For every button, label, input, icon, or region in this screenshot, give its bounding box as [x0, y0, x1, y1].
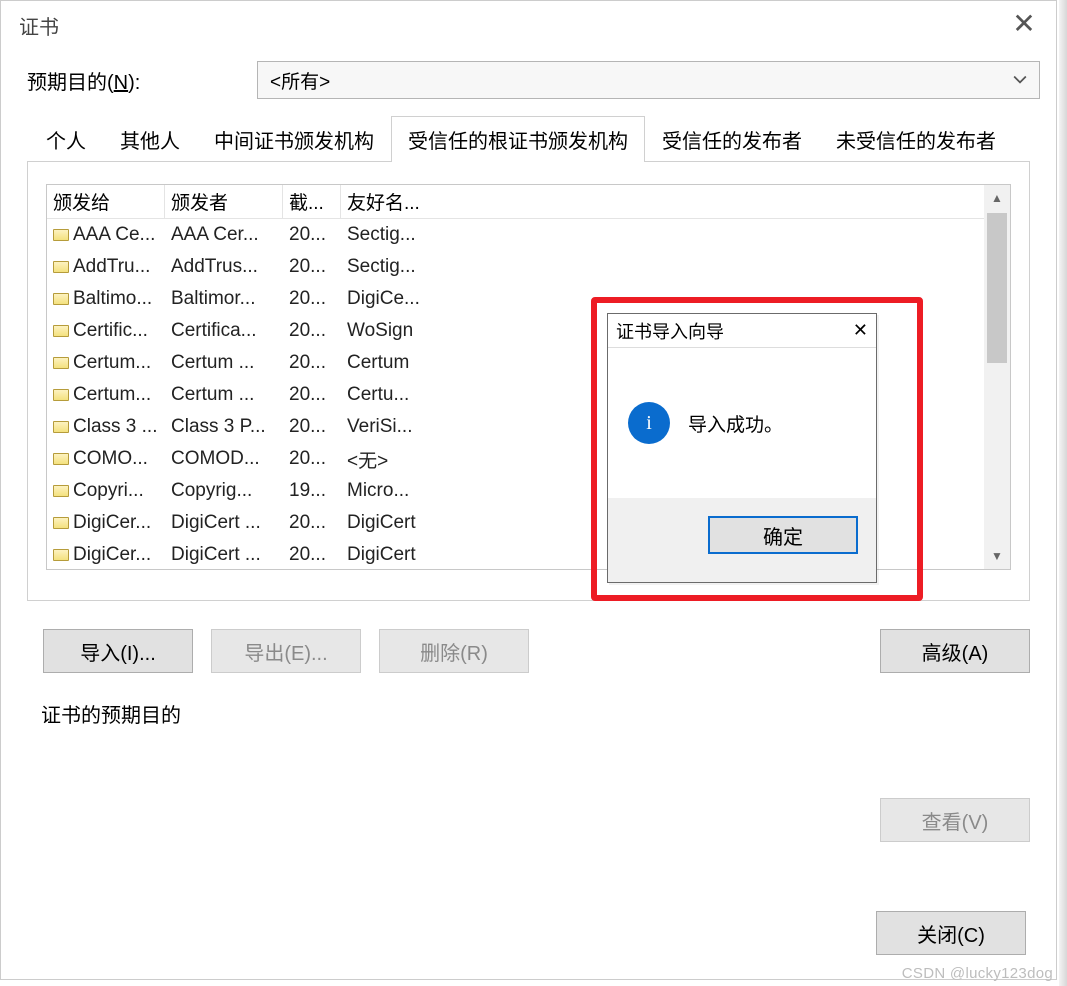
cell-issued-to: DigiCer...: [47, 542, 165, 568]
certificate-icon: [53, 453, 69, 465]
cell-issued-by: Certifica...: [165, 318, 283, 344]
cell-issued-to: AAA Ce...: [47, 222, 165, 248]
certificate-icon: [53, 549, 69, 561]
tab-personal[interactable]: 个人: [29, 116, 103, 162]
chevron-down-icon: [1013, 73, 1027, 87]
cell-friendly-name: Sectig...: [341, 222, 1010, 248]
cell-issued-by: Copyrig...: [165, 478, 283, 504]
cell-issued-by: AddTrus...: [165, 254, 283, 280]
header-issued-by[interactable]: 颁发者: [165, 184, 283, 219]
tab-strip: 个人 其他人 中间证书颁发机构 受信任的根证书颁发机构 受信任的发布者 未受信任…: [1, 107, 1056, 161]
dialog-ok-button[interactable]: 确定: [708, 516, 858, 554]
tab-trusted-root-ca[interactable]: 受信任的根证书颁发机构: [391, 116, 645, 162]
delete-button[interactable]: 删除(R): [379, 629, 529, 673]
certificate-icon: [53, 261, 69, 273]
cell-issued-by: Baltimor...: [165, 286, 283, 312]
cell-issued-by: COMOD...: [165, 446, 283, 472]
cell-issued-to: COMO...: [47, 446, 165, 472]
cell-issued-by: DigiCert ...: [165, 510, 283, 536]
scroll-thumb[interactable]: [987, 213, 1007, 363]
tab-panel: 颁发给 颁发者 截... 友好名... AAA Ce...AAA Cer...2…: [27, 161, 1030, 601]
dialog-close-button[interactable]: ✕: [853, 320, 868, 341]
cell-issued-to: Baltimo...: [47, 286, 165, 312]
dialog-message: 导入成功。: [688, 410, 783, 437]
certificate-window: 证书 ✕ 预期目的(N): <所有> 个人 其他人 中间证书颁发机构 受信任的根…: [0, 0, 1057, 980]
cell-issued-to: Class 3 ...: [47, 414, 165, 440]
header-friendly-name[interactable]: 友好名...: [341, 184, 1010, 219]
cell-friendly-name: Sectig...: [341, 254, 1010, 280]
cell-issued-to: Certific...: [47, 318, 165, 344]
purpose-select[interactable]: <所有>: [257, 61, 1040, 99]
cell-expiry: 20...: [283, 382, 341, 408]
header-issued-to[interactable]: 颁发给: [47, 184, 165, 219]
cell-expiry: 20...: [283, 254, 341, 280]
import-button[interactable]: 导入(I)...: [43, 629, 193, 673]
scrollbar[interactable]: ▲ ▼: [984, 185, 1010, 569]
cell-issued-by: DigiCert ...: [165, 542, 283, 568]
tab-intermediate-ca[interactable]: 中间证书颁发机构: [197, 116, 391, 162]
cell-expiry: 20...: [283, 414, 341, 440]
cell-expiry: 20...: [283, 350, 341, 376]
certificate-icon: [53, 357, 69, 369]
titlebar: 证书: [1, 1, 1056, 41]
cell-expiry: 20...: [283, 446, 341, 472]
dialog-title: 证书导入向导: [616, 318, 724, 344]
cell-expiry: 20...: [283, 542, 341, 568]
advanced-button[interactable]: 高级(A): [880, 629, 1030, 673]
purpose-label: 预期目的(N):: [27, 66, 257, 95]
window-title: 证书: [19, 11, 59, 40]
watermark: CSDN @lucky123dog: [902, 965, 1053, 982]
view-button[interactable]: 查看(V): [880, 798, 1030, 842]
cell-expiry: 20...: [283, 222, 341, 248]
certificate-icon: [53, 325, 69, 337]
cell-expiry: 20...: [283, 286, 341, 312]
cell-expiry: 20...: [283, 510, 341, 536]
certificate-icon: [53, 421, 69, 433]
purpose-select-value: <所有>: [270, 67, 330, 94]
cell-issued-to: DigiCer...: [47, 510, 165, 536]
certificate-icon: [53, 485, 69, 497]
cell-issued-to: Copyri...: [47, 478, 165, 504]
scroll-down-icon[interactable]: ▼: [984, 543, 1010, 569]
cell-issued-to: Certum...: [47, 382, 165, 408]
cell-issued-to: Certum...: [47, 350, 165, 376]
cell-expiry: 19...: [283, 478, 341, 504]
import-wizard-dialog: 证书导入向导 ✕ i 导入成功。 确定: [607, 313, 877, 583]
cell-issued-by: Class 3 P...: [165, 414, 283, 440]
cell-expiry: 20...: [283, 318, 341, 344]
list-headers: 颁发给 颁发者 截... 友好名...: [47, 185, 1010, 219]
scroll-up-icon[interactable]: ▲: [984, 185, 1010, 211]
close-button[interactable]: 关闭(C): [876, 911, 1026, 955]
certificate-icon: [53, 389, 69, 401]
info-icon: i: [628, 402, 670, 444]
table-row[interactable]: Baltimo...Baltimor...20...DigiCe...: [47, 283, 1010, 315]
tab-trusted-publishers[interactable]: 受信任的发布者: [645, 116, 819, 162]
certificate-icon: [53, 229, 69, 241]
edge-shadow: [1059, 0, 1067, 986]
cell-issued-to: AddTru...: [47, 254, 165, 280]
tab-untrusted-publishers[interactable]: 未受信任的发布者: [819, 116, 1013, 162]
purpose-details-label: 证书的预期目的: [1, 673, 1056, 728]
cell-issued-by: Certum ...: [165, 350, 283, 376]
table-row[interactable]: AAA Ce...AAA Cer...20...Sectig...: [47, 219, 1010, 251]
export-button[interactable]: 导出(E)...: [211, 629, 361, 673]
cell-friendly-name: DigiCe...: [341, 286, 1010, 312]
certificate-icon: [53, 517, 69, 529]
certificate-icon: [53, 293, 69, 305]
tab-others[interactable]: 其他人: [103, 116, 197, 162]
table-row[interactable]: AddTru...AddTrus...20...Sectig...: [47, 251, 1010, 283]
window-close-button[interactable]: ✕: [1004, 7, 1044, 40]
cell-issued-by: AAA Cer...: [165, 222, 283, 248]
header-expiry[interactable]: 截...: [283, 184, 341, 219]
cell-issued-by: Certum ...: [165, 382, 283, 408]
